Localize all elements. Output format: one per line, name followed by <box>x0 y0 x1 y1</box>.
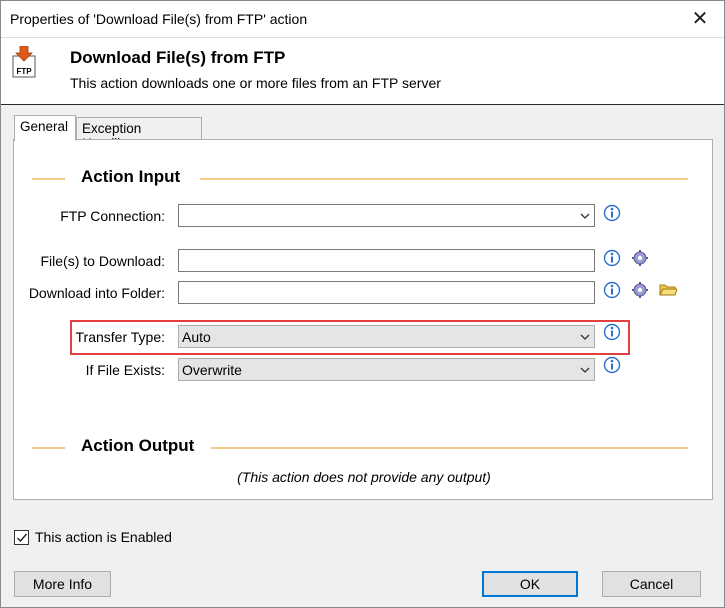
files-to-download-label: File(s) to Download: <box>40 253 166 269</box>
action-title: Download File(s) from FTP <box>70 48 286 67</box>
action-output-section-header: Action Output <box>32 436 692 458</box>
variable-gear-icon[interactable] <box>631 249 649 267</box>
section-divider-left <box>32 178 65 180</box>
info-icon[interactable] <box>603 356 621 374</box>
action-output-heading: Action Output <box>81 436 195 455</box>
folder-browse-icon[interactable] <box>659 281 677 299</box>
window-title: Properties of 'Download File(s) from FTP… <box>10 11 308 27</box>
variable-gear-icon[interactable] <box>631 281 649 299</box>
chevron-down-icon <box>580 334 590 340</box>
section-divider-right <box>200 178 688 180</box>
download-into-folder-label: Download into Folder: <box>28 285 165 301</box>
download-into-folder-input[interactable] <box>178 281 595 304</box>
tab-exception-handling[interactable]: Exception Handling <box>76 117 202 151</box>
action-enabled-checkbox[interactable] <box>14 530 29 545</box>
no-output-note: (This action does not provide any output… <box>237 469 491 485</box>
action-header: FTP Download File(s) from FTP This actio… <box>1 37 724 105</box>
if-file-exists-label: If File Exists: <box>85 362 165 378</box>
ftp-icon-text: FTP <box>16 67 32 76</box>
properties-dialog: Properties of 'Download File(s) from FTP… <box>0 0 725 608</box>
chevron-down-icon <box>580 367 590 373</box>
files-to-download-input[interactable] <box>178 249 595 272</box>
transfer-type-label: Transfer Type: <box>75 329 165 345</box>
section-divider-left <box>32 447 65 449</box>
ftp-connection-combobox[interactable] <box>178 204 595 227</box>
if-file-exists-combobox[interactable]: Overwrite <box>178 358 595 381</box>
info-icon[interactable] <box>603 323 621 341</box>
ftp-connection-label: FTP Connection: <box>60 208 165 224</box>
action-enabled-label: This action is Enabled <box>35 529 172 545</box>
info-icon[interactable] <box>603 204 621 222</box>
info-icon[interactable] <box>603 281 621 299</box>
checkmark-icon <box>17 533 28 543</box>
transfer-type-combobox[interactable]: Auto <box>178 325 595 348</box>
action-input-heading: Action Input <box>81 167 181 186</box>
chevron-down-icon <box>580 213 590 219</box>
general-tab-panel: Action Input FTP Connection: File(s) to … <box>13 139 713 500</box>
action-input-section-header: Action Input <box>32 167 692 189</box>
action-description: This action downloads one or more files … <box>70 75 441 91</box>
if-file-exists-value: Overwrite <box>182 362 242 378</box>
cancel-button[interactable]: Cancel <box>602 571 701 597</box>
tab-general[interactable]: General <box>14 115 76 141</box>
ok-button[interactable]: OK <box>482 571 578 597</box>
title-bar: Properties of 'Download File(s) from FTP… <box>1 1 724 37</box>
info-icon[interactable] <box>603 249 621 267</box>
close-icon[interactable]: ✕ <box>688 7 712 31</box>
transfer-type-value: Auto <box>182 329 211 345</box>
ftp-download-icon: FTP <box>12 46 36 78</box>
more-info-button[interactable]: More Info <box>14 571 111 597</box>
section-divider-right <box>211 447 688 449</box>
